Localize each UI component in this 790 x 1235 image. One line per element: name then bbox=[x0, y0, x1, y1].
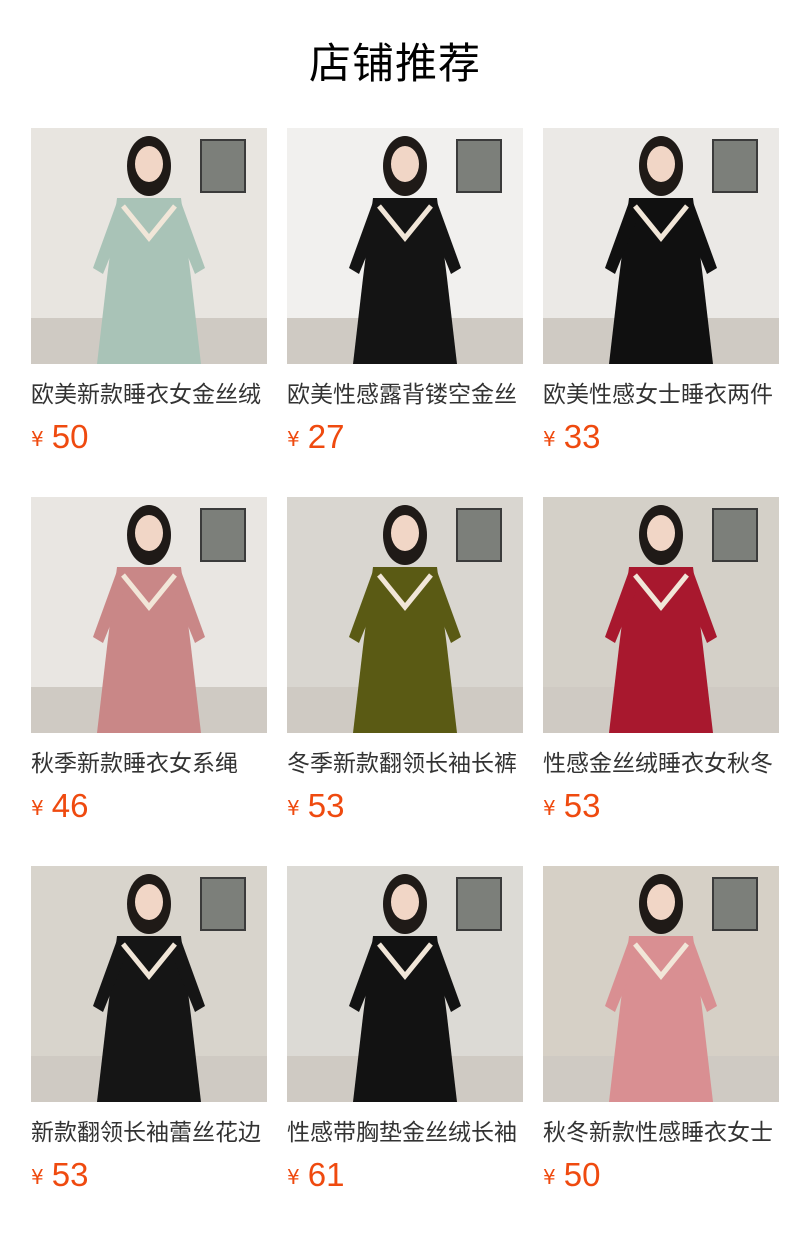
currency-symbol: ¥ bbox=[287, 1165, 300, 1189]
product-name[interactable]: 秋季新款睡衣女系绳 bbox=[31, 747, 267, 781]
product-price: ¥46 bbox=[31, 785, 267, 827]
product-card[interactable]: 欧美性感女士睡衣两件 ¥33 bbox=[543, 128, 779, 497]
product-name[interactable]: 欧美性感女士睡衣两件 bbox=[543, 378, 779, 412]
currency-symbol: ¥ bbox=[543, 1165, 556, 1189]
currency-symbol: ¥ bbox=[31, 1165, 44, 1189]
product-price: ¥61 bbox=[287, 1154, 523, 1196]
currency-symbol: ¥ bbox=[543, 427, 556, 451]
price-value: 33 bbox=[563, 418, 601, 455]
product-image[interactable] bbox=[543, 128, 779, 364]
price-value: 61 bbox=[307, 1156, 345, 1193]
product-card[interactable]: 新款翻领长袖蕾丝花边 ¥53 bbox=[31, 866, 267, 1235]
product-price: ¥50 bbox=[543, 1154, 779, 1196]
product-image[interactable] bbox=[543, 497, 779, 733]
currency-symbol: ¥ bbox=[287, 427, 300, 451]
currency-symbol: ¥ bbox=[31, 796, 44, 820]
product-card[interactable]: 欧美新款睡衣女金丝绒 ¥50 bbox=[31, 128, 267, 497]
long-sleeve-set-icon bbox=[543, 497, 779, 733]
page-title: 店铺推荐 bbox=[308, 39, 481, 88]
product-card[interactable]: 秋季新款睡衣女系绳 ¥46 bbox=[31, 497, 267, 866]
price-value: 53 bbox=[563, 787, 601, 824]
long-sleeve-set-icon bbox=[31, 497, 267, 733]
price-value: 53 bbox=[51, 1156, 89, 1193]
cami-pants-set-icon bbox=[543, 128, 779, 364]
currency-symbol: ¥ bbox=[543, 796, 556, 820]
shop-recommendations-page: 店铺推荐 欧美新款睡衣女金丝绒 ¥50 欧美性感露背镂空金丝 ¥27 欧美性感女士睡衣两… bbox=[0, 0, 790, 1234]
product-price: ¥53 bbox=[31, 1154, 267, 1196]
product-price: ¥53 bbox=[543, 785, 779, 827]
product-image[interactable] bbox=[287, 128, 523, 364]
product-price: ¥27 bbox=[287, 416, 523, 458]
product-price: ¥33 bbox=[543, 416, 779, 458]
price-value: 50 bbox=[51, 418, 89, 455]
product-name[interactable]: 性感带胸垫金丝绒长袖 bbox=[287, 1116, 523, 1150]
price-value: 53 bbox=[307, 787, 345, 824]
product-image[interactable] bbox=[31, 128, 267, 364]
product-name[interactable]: 新款翻领长袖蕾丝花边 bbox=[31, 1116, 267, 1150]
currency-symbol: ¥ bbox=[31, 427, 44, 451]
product-name[interactable]: 性感金丝绒睡衣女秋冬 bbox=[543, 747, 779, 781]
product-card[interactable]: 冬季新款翻领长袖长裤 ¥53 bbox=[287, 497, 523, 866]
product-image[interactable] bbox=[31, 866, 267, 1102]
product-card[interactable]: 欧美性感露背镂空金丝 ¥27 bbox=[287, 128, 523, 497]
product-name[interactable]: 欧美新款睡衣女金丝绒 bbox=[31, 378, 267, 412]
product-image[interactable] bbox=[543, 866, 779, 1102]
product-grid: 欧美新款睡衣女金丝绒 ¥50 欧美性感露背镂空金丝 ¥27 欧美性感女士睡衣两件 ¥33 秋… bbox=[31, 128, 779, 1235]
product-card[interactable]: 秋冬新款性感睡衣女士 ¥50 bbox=[543, 866, 779, 1235]
product-name[interactable]: 秋冬新款性感睡衣女士 bbox=[543, 1116, 779, 1150]
slip-dress-icon bbox=[287, 128, 523, 364]
cami-pants-set-icon bbox=[287, 866, 523, 1102]
product-image[interactable] bbox=[31, 497, 267, 733]
product-name[interactable]: 欧美性感露背镂空金丝 bbox=[287, 378, 523, 412]
product-price: ¥53 bbox=[287, 785, 523, 827]
long-sleeve-set-icon bbox=[287, 497, 523, 733]
product-image[interactable] bbox=[287, 866, 523, 1102]
product-image[interactable] bbox=[287, 497, 523, 733]
product-card[interactable]: 性感带胸垫金丝绒长袖 ¥61 bbox=[287, 866, 523, 1235]
camisole-robe-icon bbox=[543, 866, 779, 1102]
camisole-robe-icon bbox=[31, 128, 267, 364]
price-value: 46 bbox=[51, 787, 89, 824]
currency-symbol: ¥ bbox=[287, 796, 300, 820]
long-sleeve-set-icon bbox=[31, 866, 267, 1102]
product-card[interactable]: 性感金丝绒睡衣女秋冬 ¥53 bbox=[543, 497, 779, 866]
price-value: 27 bbox=[307, 418, 345, 455]
product-price: ¥50 bbox=[31, 416, 267, 458]
price-value: 50 bbox=[563, 1156, 601, 1193]
product-name[interactable]: 冬季新款翻领长袖长裤 bbox=[287, 747, 523, 781]
